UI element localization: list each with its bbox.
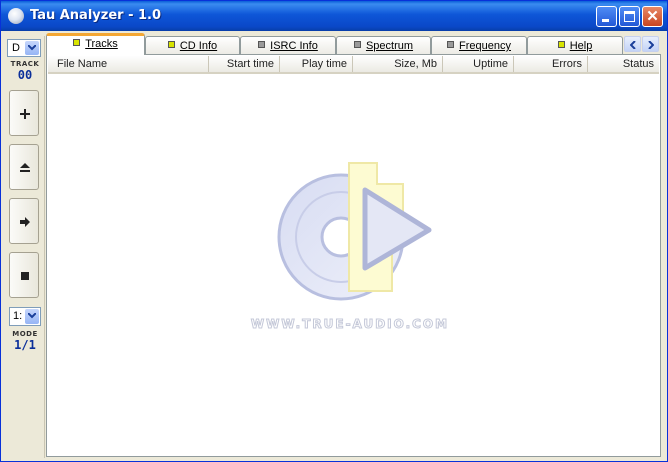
column-header-uptime[interactable]: Uptime xyxy=(443,56,514,72)
close-button[interactable]: ✕ xyxy=(642,6,663,27)
app-icon xyxy=(8,8,24,24)
tab-spectrum[interactable]: Spectrum xyxy=(336,36,431,54)
column-header-status[interactable]: Status xyxy=(588,56,659,72)
tab-cd-info[interactable]: CD Info xyxy=(145,36,240,54)
tab-indicator-icon xyxy=(167,41,175,48)
tab-label: Spectrum xyxy=(365,40,414,52)
tab-label: Tracks xyxy=(85,38,118,50)
tracks-panel: File Name Start time Play time Size, Mb … xyxy=(46,54,661,457)
tab-indicator-icon xyxy=(73,39,81,46)
column-header-size[interactable]: Size, Mb xyxy=(353,56,443,72)
chevron-right-icon xyxy=(648,41,654,49)
true-audio-watermark: WWW.TRUE-AUDIO.COM xyxy=(250,162,449,332)
mode-counter: 1/1 xyxy=(14,338,36,352)
drive-select-value: D xyxy=(12,42,20,54)
window-title: Tau Analyzer - 1.0 xyxy=(30,8,162,23)
tab-indicator-icon xyxy=(557,41,565,48)
chevron-left-icon xyxy=(630,41,636,49)
chevron-down-icon[interactable] xyxy=(25,309,39,324)
tab-indicator-icon xyxy=(353,41,361,48)
eject-button[interactable] xyxy=(9,144,39,190)
eject-icon xyxy=(20,163,30,172)
stop-button[interactable] xyxy=(9,252,39,298)
tab-indicator-icon xyxy=(447,41,454,48)
tab-label: Help xyxy=(569,40,593,52)
title-bar[interactable]: Tau Analyzer - 1.0 ✕ xyxy=(1,1,667,31)
column-header-file-name[interactable]: File Name xyxy=(48,56,209,72)
tab-label: Frequency xyxy=(459,40,511,52)
column-header-play-time[interactable]: Play time xyxy=(280,56,353,72)
maximize-button[interactable] xyxy=(619,6,640,27)
add-button[interactable] xyxy=(9,90,39,136)
tab-label: ISRC Info xyxy=(270,40,318,52)
watermark-text: WWW.TRUE-AUDIO.COM xyxy=(251,317,449,331)
column-header-errors[interactable]: Errors xyxy=(514,56,588,72)
play-arrow-icon xyxy=(20,217,30,227)
tab-label: CD Info xyxy=(179,40,218,52)
table-header: File Name Start time Play time Size, Mb … xyxy=(48,56,659,74)
tab-help[interactable]: Help xyxy=(527,36,623,54)
plus-icon xyxy=(20,109,30,119)
play-button[interactable] xyxy=(9,198,39,244)
tab-isrc-info[interactable]: ISRC Info xyxy=(240,36,336,54)
mode-select-value: 1: xyxy=(13,310,23,322)
maximize-icon xyxy=(624,11,635,22)
chevron-down-icon[interactable] xyxy=(25,41,39,55)
mode-select[interactable]: 1: xyxy=(9,307,41,326)
track-label: TRACK xyxy=(10,60,40,68)
mode-label: MODE xyxy=(12,330,38,338)
drive-select[interactable]: D xyxy=(7,39,41,57)
column-header-start-time[interactable]: Start time xyxy=(209,56,280,72)
tab-frequency[interactable]: Frequency xyxy=(431,36,527,54)
tab-tracks[interactable]: Tracks xyxy=(46,33,145,55)
tab-strip: Tracks CD Info ISRC Info Spectrum Freque… xyxy=(46,33,663,55)
tab-scroll-right-button[interactable] xyxy=(642,36,659,52)
track-counter: 00 xyxy=(17,68,33,82)
tab-scroll-left-button[interactable] xyxy=(624,36,641,52)
stop-icon xyxy=(21,272,29,280)
minimize-button[interactable] xyxy=(596,6,617,27)
tab-scroll-buttons xyxy=(624,36,660,52)
main-window: Tau Analyzer - 1.0 ✕ D TRACK 00 1: MODE … xyxy=(0,0,668,462)
minimize-icon xyxy=(602,19,609,22)
tab-indicator-icon xyxy=(258,41,266,48)
close-icon: ✕ xyxy=(646,8,659,25)
